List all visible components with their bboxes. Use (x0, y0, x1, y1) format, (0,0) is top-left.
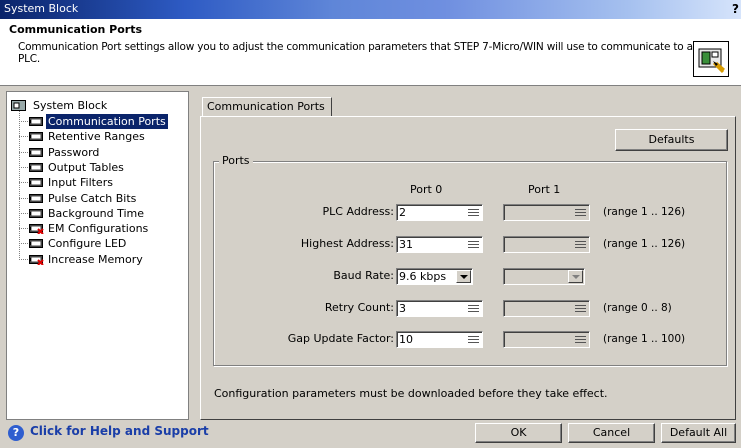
tree-item[interactable]: Increase Memory (7, 252, 187, 267)
spinner-icon[interactable] (466, 206, 481, 219)
port1-spin-input[interactable] (503, 331, 590, 348)
port0-value: 10 (399, 333, 413, 346)
spinner-icon[interactable] (573, 238, 588, 251)
tree-item-label: Pulse Catch Bits (48, 191, 137, 205)
port1-spin-input[interactable] (503, 204, 590, 221)
help-icon[interactable]: ? (8, 425, 24, 441)
port1-header: Port 1 (528, 183, 561, 196)
module-icon (29, 239, 43, 249)
tree-item[interactable]: Configure LED (7, 236, 187, 251)
port0-value: 3 (399, 302, 406, 315)
port0-header: Port 0 (410, 183, 443, 196)
port0-value: 9.6 kbps (399, 270, 447, 283)
tree-item-label: Password (48, 145, 100, 159)
module-icon (29, 132, 43, 142)
cancel-button[interactable]: Cancel (568, 423, 655, 443)
tree-item[interactable]: Output Tables (7, 160, 187, 175)
module-icon (29, 162, 43, 172)
tree-item-label: Retentive Ranges (48, 130, 145, 144)
port0-spin-input[interactable]: 2 (396, 204, 483, 221)
spinner-icon[interactable] (466, 238, 481, 251)
defaults-button[interactable]: Defaults (615, 129, 728, 151)
row-label: PLC Address: (322, 205, 394, 218)
module-red-icon (29, 254, 44, 265)
spinner-icon[interactable] (573, 333, 588, 346)
range-hint: (range 0 .. 8) (603, 302, 672, 314)
system-block-icon (693, 41, 729, 77)
port0-spin-input[interactable]: 31 (396, 236, 483, 253)
row-label: Gap Update Factor: (287, 332, 394, 345)
port0-value: 2 (399, 206, 406, 219)
header-description: Communication Port settings allow you to… (18, 41, 724, 65)
tree-item[interactable]: Password (7, 145, 187, 160)
port0-spin-input[interactable]: 10 (396, 331, 483, 348)
help-button[interactable]: ? (732, 2, 739, 16)
spinner-icon[interactable] (466, 333, 481, 346)
tree-item-label: Input Filters (48, 176, 113, 190)
row-label: Retry Count: (324, 301, 394, 314)
spinner-icon[interactable] (466, 302, 481, 315)
chevron-down-icon[interactable] (568, 270, 583, 283)
tree-root-label: System Block (33, 99, 108, 112)
module-red-icon (29, 224, 44, 235)
port1-spin-input[interactable] (503, 236, 590, 253)
header-panel: Communication Ports Communication Port s… (0, 19, 741, 86)
spinner-icon[interactable] (573, 302, 588, 315)
port0-value: 31 (399, 238, 413, 251)
tree-item-label: Increase Memory (48, 252, 143, 266)
tree-item[interactable]: Pulse Catch Bits (7, 191, 187, 206)
module-icon (29, 178, 43, 188)
ok-button[interactable]: OK (475, 423, 562, 443)
baud-rate-port1-select[interactable] (503, 268, 585, 285)
tree-item-label: EM Configurations (48, 222, 149, 236)
module-icon (29, 147, 43, 157)
tab-communication-ports[interactable]: Communication Ports (202, 97, 332, 117)
tree-item-label: Output Tables (48, 160, 124, 174)
settings-tree: System Block Communication Ports Retentiv… (6, 91, 189, 420)
download-note: Configuration parameters must be downloa… (214, 387, 608, 400)
module-icon (29, 208, 43, 218)
port1-spin-input[interactable] (503, 300, 590, 317)
range-hint: (range 1 .. 126) (603, 206, 686, 218)
title-bar: System Block ? (0, 0, 741, 19)
row-label: Baud Rate: (333, 269, 394, 282)
help-link[interactable]: Click for Help and Support (30, 424, 209, 438)
row-label: Highest Address: (300, 237, 394, 250)
tree-item[interactable]: Retentive Ranges (7, 129, 187, 144)
spinner-icon[interactable] (573, 206, 588, 219)
ports-group-title: Ports (219, 154, 253, 167)
system-block-icon (11, 100, 26, 111)
module-icon (29, 193, 43, 203)
range-hint: (range 1 .. 126) (603, 238, 686, 250)
port0-spin-input[interactable]: 3 (396, 300, 483, 317)
tree-item[interactable]: EM Configurations (7, 221, 187, 236)
tree-item[interactable]: Input Filters (7, 175, 187, 190)
window-title: System Block (4, 2, 79, 15)
range-hint: (range 1 .. 100) (603, 333, 686, 345)
tree-item[interactable]: Communication Ports (7, 114, 187, 129)
default-all-button[interactable]: Default All (661, 423, 736, 443)
tree-item-label: Communication Ports (46, 114, 168, 129)
tree-item-label: Background Time (48, 206, 145, 220)
baud-rate-port0-select[interactable]: 9.6 kbps (396, 268, 473, 285)
chevron-down-icon[interactable] (456, 270, 471, 283)
module-icon (29, 117, 43, 126)
header-title: Communication Ports (9, 23, 143, 36)
tree-item-label: Configure LED (48, 237, 127, 251)
tree-item[interactable]: Background Time (7, 206, 187, 221)
